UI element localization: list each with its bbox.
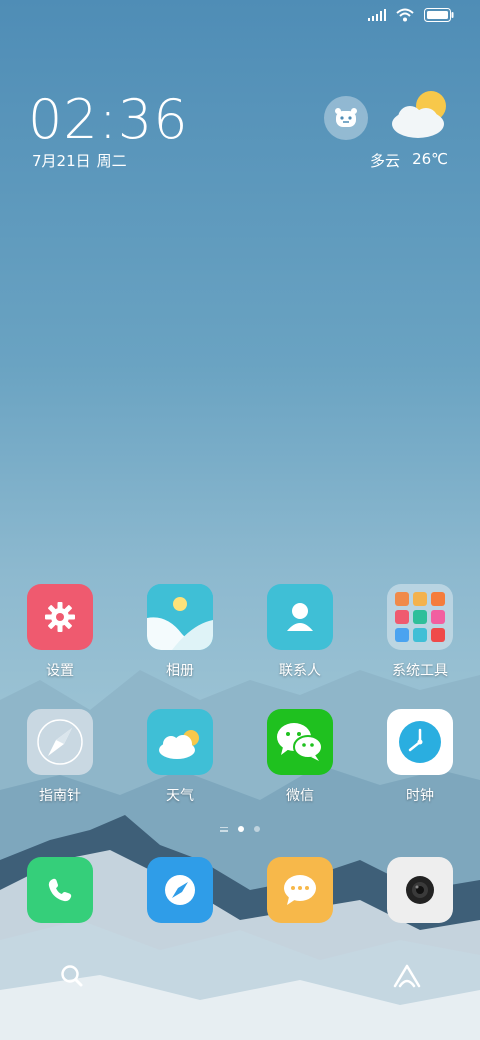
app-label: 微信 (286, 788, 314, 804)
phone-icon (27, 857, 93, 923)
app-label: 指南针 (39, 788, 81, 804)
app-vault-icon (393, 964, 421, 988)
app-settings[interactable]: 设置 (0, 584, 120, 680)
app-row-1: 设置 相册 联系人 系统工具 (0, 584, 480, 680)
app-wechat[interactable]: 微信 (240, 709, 360, 805)
app-label: 相册 (166, 663, 194, 679)
messages-icon (267, 857, 333, 923)
contacts-icon (267, 584, 333, 650)
page-list-indicator (220, 826, 228, 832)
app-label: 联系人 (279, 663, 321, 679)
wechat-icon (267, 709, 333, 775)
app-label: 时钟 (406, 788, 434, 804)
clock-icon (387, 709, 453, 775)
dock-browser[interactable] (120, 857, 240, 923)
clock-time[interactable]: 02:36 (28, 88, 189, 151)
app-label: 系统工具 (392, 663, 448, 679)
page-dot (254, 826, 260, 832)
app-contacts[interactable]: 联系人 (240, 584, 360, 680)
page-dot-active (238, 826, 244, 832)
weather-cloud-sun-icon[interactable] (388, 88, 452, 140)
search-icon (61, 965, 83, 987)
weather-app-icon (147, 709, 213, 775)
app-compass[interactable]: 指南针 (0, 709, 120, 805)
dock (0, 857, 480, 923)
dock-messages[interactable] (240, 857, 360, 923)
app-label: 设置 (46, 663, 74, 679)
weather-temperature: 26℃ (412, 150, 448, 168)
dock-camera[interactable] (360, 857, 480, 923)
weather-info: 多云 26℃ (370, 150, 448, 171)
assistant-icon[interactable] (324, 96, 368, 140)
assistant-face-icon (335, 108, 357, 127)
battery-icon (424, 8, 454, 22)
status-bar (368, 8, 454, 22)
app-weather[interactable]: 天气 (120, 709, 240, 805)
weather-condition: 多云 (370, 152, 401, 170)
app-label: 天气 (166, 788, 194, 804)
wifi-icon (396, 8, 414, 22)
browser-icon (147, 857, 213, 923)
folder-icon (387, 584, 453, 650)
app-vault-button[interactable] (392, 962, 422, 994)
app-row-2: 指南针 天气 微信 时钟 (0, 709, 480, 805)
date-text: 7月21日 (32, 152, 91, 170)
gallery-icon (147, 584, 213, 650)
camera-icon (387, 857, 453, 923)
app-clock[interactable]: 时钟 (360, 709, 480, 805)
clock-date: 7月21日 周二 (32, 150, 127, 171)
gear-icon (27, 584, 93, 650)
weekday-text: 周二 (96, 152, 127, 170)
page-indicator[interactable] (0, 826, 480, 832)
app-gallery[interactable]: 相册 (120, 584, 240, 680)
app-system-tools-folder[interactable]: 系统工具 (360, 584, 480, 680)
signal-icon (368, 9, 386, 21)
compass-icon (27, 709, 93, 775)
global-search-button[interactable] (58, 962, 86, 994)
dock-phone[interactable] (0, 857, 120, 923)
